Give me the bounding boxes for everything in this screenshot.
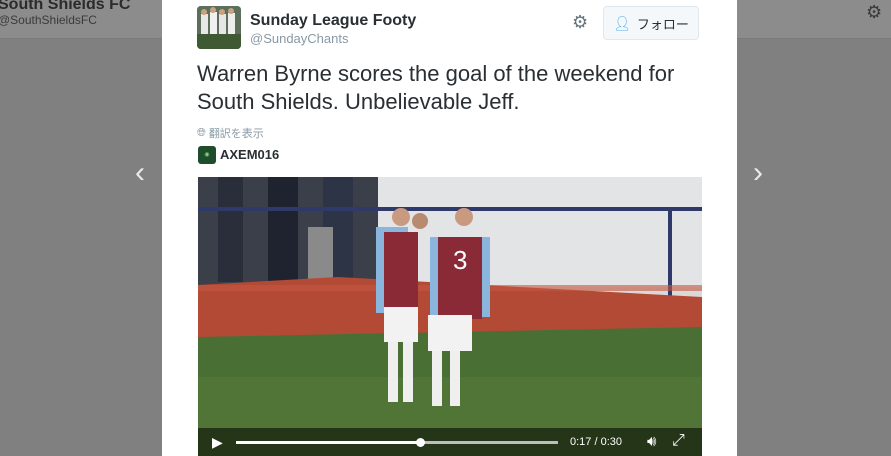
add-user-icon: 👤︎ — [613, 14, 631, 31]
video-player[interactable]: 3 ▶ 0:17 / 0:30 🔊︎ ⤢ — [198, 177, 702, 456]
svg-text:3: 3 — [453, 245, 467, 275]
follow-button-label: フォロー — [636, 16, 689, 32]
background-profile-name: South Shields FC — [0, 0, 131, 13]
follow-button[interactable]: 👤︎ フォロー — [603, 6, 699, 40]
fullscreen-icon[interactable]: ⤢ — [672, 432, 685, 450]
next-tweet-arrow[interactable]: › — [748, 158, 768, 188]
author-handle[interactable]: @SundayChants — [250, 31, 348, 46]
video-scrubber-handle[interactable] — [415, 438, 425, 447]
video-frame: 3 — [198, 177, 702, 456]
globe-icon: 🌐︎ — [197, 126, 206, 139]
volume-icon[interactable]: 🔊︎ — [647, 433, 656, 450]
video-progress-bar[interactable] — [236, 438, 558, 447]
video-progress-fill — [236, 441, 420, 444]
previous-tweet-arrow[interactable]: ‹ — [130, 158, 150, 188]
translate-label: 翻訳を表示 — [208, 128, 264, 140]
background-profile-handle: @SouthShieldsFC — [0, 13, 97, 27]
translate-link[interactable]: 🌐︎ 翻訳を表示 — [197, 125, 264, 141]
quote-user-name[interactable]: AXEM016 — [220, 147, 279, 162]
quote-user-avatar[interactable]: ◉ — [198, 146, 216, 164]
tweet-text: Warren Byrne scores the goal of the week… — [197, 61, 675, 114]
author-avatar[interactable] — [197, 6, 241, 49]
gear-icon[interactable]: ⚙ — [866, 2, 882, 23]
author-name[interactable]: Sunday League Footy — [250, 12, 416, 30]
gear-icon[interactable]: ⚙ — [572, 12, 588, 33]
play-icon[interactable]: ▶ — [212, 434, 223, 451]
video-controls: ▶ 0:17 / 0:30 🔊︎ ⤢ — [198, 428, 702, 456]
video-time: 0:17 / 0:30 — [570, 436, 622, 448]
tweet-modal: Sunday League Footy @SundayChants ⚙ 👤︎ フ… — [162, 0, 737, 456]
